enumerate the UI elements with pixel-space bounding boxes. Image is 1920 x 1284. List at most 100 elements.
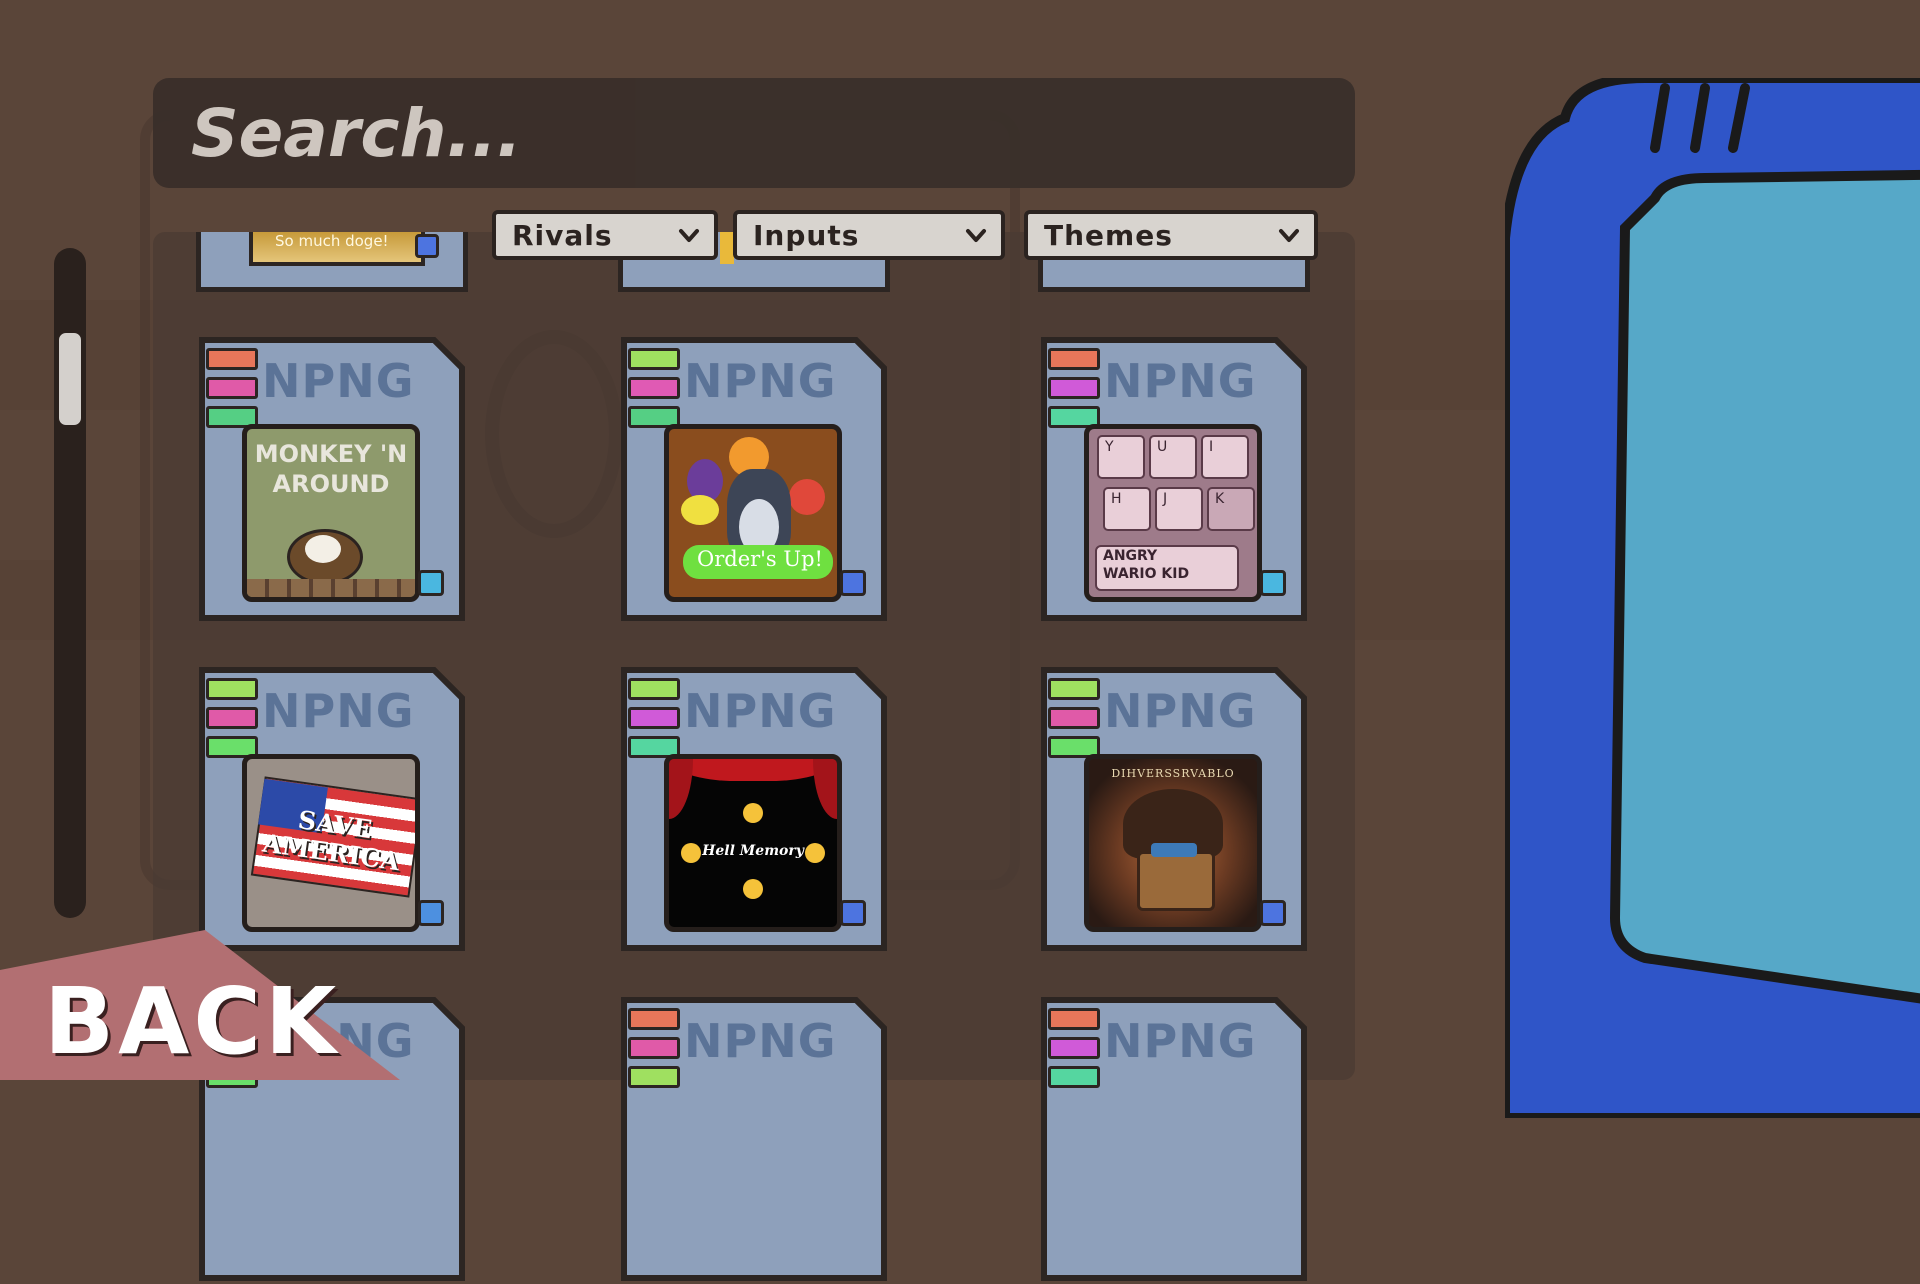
emoji-face-icon	[805, 843, 825, 863]
card-tags	[206, 348, 258, 435]
tag-swatch	[628, 377, 680, 399]
search-input[interactable]	[189, 92, 1093, 174]
emoji-face-icon	[681, 843, 701, 863]
thumb-title: ANGRY WARIO KID	[1103, 548, 1190, 582]
mod-card[interactable]: NPNG Order's Up!	[618, 334, 890, 624]
card-thumbnail: MONKEY 'N AROUND	[242, 424, 420, 602]
keycap-label: K	[1215, 491, 1225, 507]
rivals-filter-dropdown[interactable]: Rivals	[492, 210, 718, 260]
card-brand: NPNG	[684, 354, 837, 408]
curtain-left-icon	[669, 759, 693, 819]
chest-lid-icon	[1151, 843, 1197, 857]
tag-swatch	[1048, 678, 1100, 700]
chevron-down-icon	[1279, 229, 1299, 242]
keycap-label: H	[1111, 491, 1122, 507]
thumb-title: Hell Memory	[702, 843, 804, 859]
card-tags	[628, 348, 680, 435]
card-brand: NPNG	[684, 684, 837, 738]
themes-filter-label: Themes	[1044, 218, 1173, 252]
tag-swatch	[628, 707, 680, 729]
mod-card[interactable]: NPNG Hell Memory	[618, 664, 890, 954]
keycap-k: K	[1207, 487, 1255, 531]
mod-card[interactable]: NPNG Y U I H J K ANGRY WARIO KID	[1038, 334, 1310, 624]
scrollbar-thumb[interactable]	[56, 330, 84, 428]
fruit-lemon-icon	[681, 495, 719, 525]
themes-filter-dropdown[interactable]: Themes	[1024, 210, 1318, 260]
keycap-i: I	[1201, 435, 1249, 479]
curtain-right-icon	[813, 759, 837, 819]
tag-swatch	[206, 348, 258, 370]
card-tags	[206, 678, 258, 765]
keycap-label: J	[1163, 491, 1168, 507]
tag-swatch	[1048, 1008, 1100, 1030]
card-tags	[1048, 1008, 1100, 1095]
tag-swatch	[628, 1066, 680, 1088]
card-badge	[1260, 570, 1286, 596]
keycap-label: U	[1157, 439, 1168, 455]
card-thumbnail: Y U I H J K ANGRY WARIO KID	[1084, 424, 1262, 602]
card-tags	[1048, 348, 1100, 435]
partial-card-thumb: So much doge!	[249, 232, 425, 266]
partial-card-badge	[415, 234, 439, 258]
inputs-filter-label: Inputs	[753, 218, 860, 252]
card-brand: NPNG	[1104, 684, 1257, 738]
rivals-filter-label: Rivals	[512, 218, 613, 252]
card-badge	[840, 570, 866, 596]
card-thumbnail: SAVE AMERICA	[242, 754, 420, 932]
mod-card[interactable]: NPNG MONKEY 'N AROUND	[196, 334, 468, 624]
card-brand: NPNG	[684, 1014, 837, 1068]
card-thumbnail: DIHVERSSRVABLO	[1084, 754, 1262, 932]
tag-swatch	[1048, 1037, 1100, 1059]
tag-swatch	[1048, 348, 1100, 370]
tag-swatch	[1048, 1066, 1100, 1088]
card-tags	[1048, 678, 1100, 765]
card-badge	[840, 900, 866, 926]
partial-card-thumb-text: So much doge!	[275, 232, 389, 250]
card-brand: NPNG	[1104, 1014, 1257, 1068]
keycap-u: U	[1149, 435, 1197, 479]
chevron-down-icon	[679, 229, 699, 242]
coconut-inner-icon	[305, 535, 341, 563]
scrollbar-track[interactable]	[54, 248, 86, 918]
card-thumbnail: Hell Memory	[664, 754, 842, 932]
card-tags	[628, 1008, 680, 1095]
tag-swatch	[628, 348, 680, 370]
card-thumbnail: Order's Up!	[664, 424, 842, 602]
keycap-label: Y	[1105, 439, 1114, 455]
fruit-apple-icon	[789, 479, 825, 515]
keycap-j: J	[1155, 487, 1203, 531]
tag-swatch	[1048, 377, 1100, 399]
tag-swatch	[628, 678, 680, 700]
partial-card-top-left[interactable]: So much doge!	[196, 232, 468, 292]
card-brand: NPNG	[262, 684, 415, 738]
card-brand: NPNG	[262, 354, 415, 408]
keycap-h: H	[1103, 487, 1151, 531]
card-brand: NPNG	[1104, 354, 1257, 408]
tag-swatch	[628, 1037, 680, 1059]
tag-swatch	[206, 377, 258, 399]
treasure-chest-icon	[1137, 851, 1215, 911]
tag-swatch	[206, 707, 258, 729]
thumb-title: MONKEY 'N AROUND	[254, 440, 408, 498]
emoji-face-icon	[743, 879, 763, 899]
back-button-label: BACK	[44, 968, 341, 1075]
chevron-down-icon	[966, 229, 986, 242]
card-badge	[1260, 900, 1286, 926]
thumb-title: DIHVERSSRVABLO	[1111, 767, 1235, 780]
dropdown-divider	[720, 232, 734, 264]
inputs-filter-dropdown[interactable]: Inputs	[733, 210, 1005, 260]
thumb-title: Order's Up!	[697, 547, 823, 571]
mod-card[interactable]: NPNG SAVE AMERICA	[196, 664, 468, 954]
card-tags	[628, 678, 680, 765]
tag-swatch	[1048, 707, 1100, 729]
fence-icon	[247, 579, 415, 597]
card-badge	[418, 900, 444, 926]
mod-card[interactable]: NPNG	[618, 994, 890, 1284]
emoji-face-icon	[743, 803, 763, 823]
curtain-icon	[669, 759, 837, 781]
mod-card[interactable]: NPNG	[1038, 994, 1310, 1284]
tag-swatch	[628, 1008, 680, 1030]
tag-swatch	[206, 678, 258, 700]
tv-screen-illustration	[1505, 78, 1920, 1118]
mod-card[interactable]: NPNG DIHVERSSRVABLO	[1038, 664, 1310, 954]
